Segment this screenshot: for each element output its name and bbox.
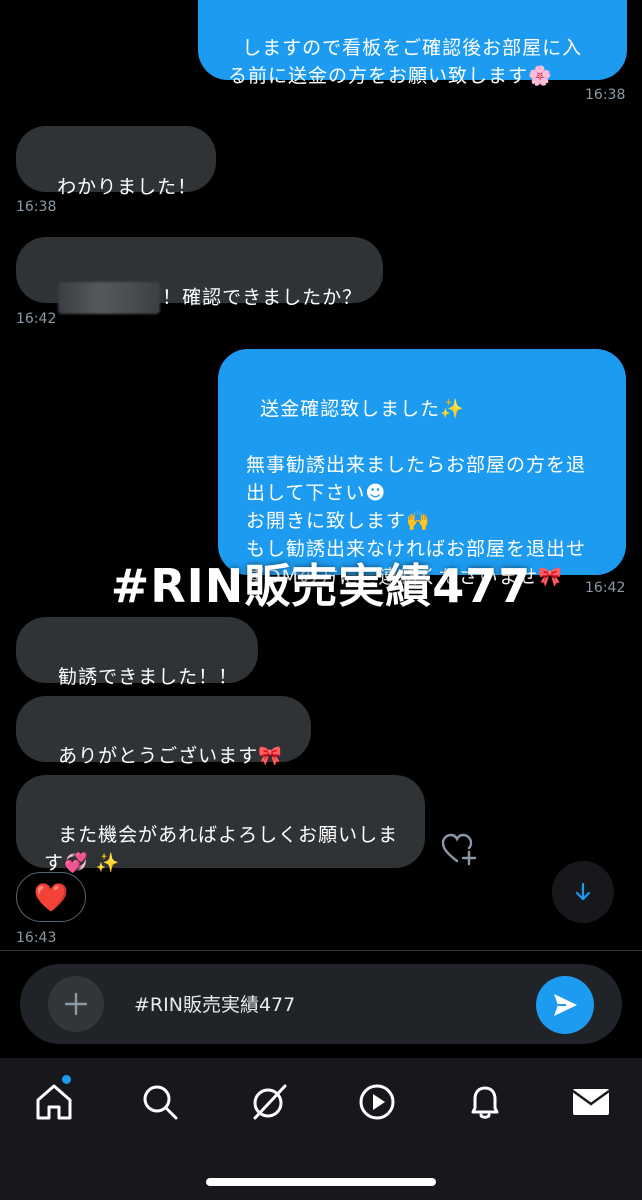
message-outgoing-2[interactable]: 送金確認致しました✨ 無事勧誘出来ましたらお部屋の方を退 出して下さい☻ お開き… [218, 349, 626, 588]
divider [0, 950, 642, 951]
add-media-button[interactable] [48, 976, 104, 1032]
search-icon[interactable] [138, 1080, 182, 1124]
message-incoming-5[interactable]: また機会があればよろしくお願いしま す💞 ✨ [16, 775, 425, 874]
timestamp: 16:38 [16, 199, 57, 215]
notification-dot [62, 1075, 71, 1084]
grok-icon[interactable] [247, 1080, 291, 1124]
message-text: わかりました！ [57, 176, 198, 198]
message-text: また機会があればよろしくお願いしま す💞 ✨ [44, 824, 399, 874]
overlay-caption: #RIN販売実績477 [110, 559, 532, 613]
timestamp: 16:42 [16, 311, 57, 327]
heart-icon: ❤️ [33, 880, 69, 914]
message-outgoing-1[interactable]: しますので看板をご確認後お部屋に入 る前に送金の方をお願い致します🌸 [198, 0, 627, 87]
plus-icon [64, 992, 88, 1016]
scroll-to-bottom-button[interactable] [552, 861, 614, 923]
message-incoming-4[interactable]: ありがとうございます🎀 [16, 696, 311, 767]
arrow-down-icon [575, 882, 591, 901]
video-icon[interactable] [355, 1080, 399, 1124]
message-composer[interactable]: #RIN販売実績477 [20, 964, 622, 1044]
message-text: しますので看板をご確認後お部屋に入 る前に送金の方をお願い致します🌸 [228, 37, 583, 87]
send-icon [554, 994, 577, 1016]
home-indicator [206, 1178, 436, 1186]
message-text: 勧誘できました！！ [58, 666, 239, 688]
mail-icon[interactable] [569, 1080, 613, 1124]
message-input[interactable]: #RIN販売実績477 [134, 990, 295, 1017]
message-text: ！確認できましたか？ [162, 286, 363, 309]
message-incoming-1[interactable]: わかりました！ [16, 126, 216, 198]
timestamp: 16:38 [585, 87, 626, 103]
timestamp: 16:43 [16, 930, 57, 946]
reaction-heart[interactable]: ❤️ [16, 872, 86, 922]
home-icon[interactable] [32, 1080, 76, 1124]
send-button[interactable] [536, 976, 594, 1034]
redacted-name [58, 282, 161, 314]
message-incoming-2[interactable]: ！確認できましたか？ [16, 237, 383, 314]
message-text: ありがとうございます🎀 [58, 745, 283, 767]
bell-icon[interactable] [463, 1080, 507, 1124]
heart-plus-icon[interactable] [440, 832, 478, 866]
message-incoming-3[interactable]: 勧誘できました！！ [16, 617, 258, 688]
